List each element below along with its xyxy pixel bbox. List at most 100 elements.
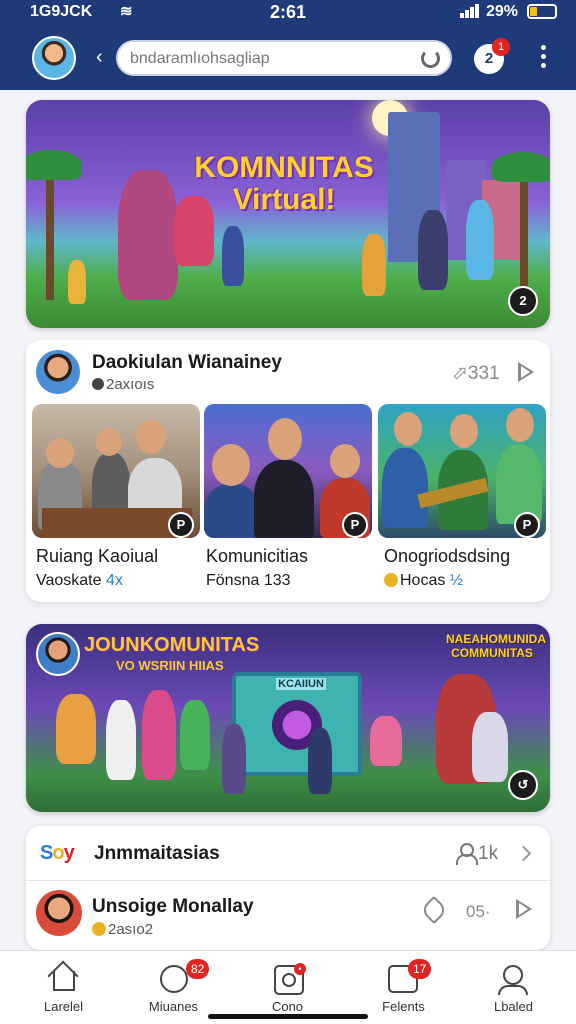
thumbnail-3-meta-accent: ½ [449,572,464,589]
person-figure [204,484,260,538]
thumbnail-1[interactable]: P [32,404,200,538]
home-indicator [208,1014,368,1019]
face [394,412,422,446]
replay-icon[interactable]: ↺ [508,770,538,800]
list-item-title: Jnmmaitasias [94,843,220,864]
promo-subtitle: VO WSRIIN HIIAS [116,658,224,673]
face [96,428,122,456]
coin-icon [92,922,106,936]
thumbnail-2-meta-text: Fönsna 133 [206,572,291,589]
character-figure [370,716,402,766]
heart-icon [160,965,188,993]
home-icon [53,971,75,991]
play-icon-inner [519,903,528,915]
profile-avatar[interactable] [32,36,76,80]
profile-icon [498,985,528,995]
nav-label: Larelel [43,999,84,1014]
community-avatar[interactable] [36,350,80,394]
community-count-value: 331 [467,363,500,384]
play-thumb-icon[interactable]: P [342,512,368,538]
list-item[interactable]: Soy Jnmmaitasias 1k [26,826,550,880]
thumbnail-2[interactable]: P [204,404,372,538]
thumbnail-2-meta: Fönsna 133 [206,572,291,590]
logo-letter: S [40,842,53,864]
community-logo: Soy [40,842,75,865]
face [450,414,478,448]
character-figure [222,724,246,794]
members-icon [456,843,478,865]
face [330,444,360,478]
banner-title: KOMNNITAS Virtual! [194,152,374,216]
community-subtitle-text: 2axıoıs [106,376,155,393]
notification-badge: 1 [492,38,510,56]
face [506,408,534,442]
list-item-subtitle: 2asıo2 [92,921,153,938]
thumbnail-1-meta-text: Vaoskate [36,572,106,589]
back-icon[interactable]: ‹ [96,46,103,69]
thumbnail-3-meta-text: Hocas [400,572,450,589]
app-header: 1G9JCK ≋ 2:61 29% ‹ bndaramlıohsagliap 2… [0,0,576,90]
expand-icon[interactable]: 2 [508,286,538,316]
play-icon-inner [521,366,530,378]
community-card[interactable]: Daokiulan Wianainey 2axıoıs ⬀331 P P P R… [26,340,550,602]
thumbnail-1-title: Ruiang Kaoiual [36,546,159,566]
promo-avatar [36,632,80,676]
members-icon [92,378,104,390]
character-figure [466,200,494,280]
character-figure [118,170,178,300]
members-count: 1k [478,843,499,864]
coin-icon [384,573,398,587]
booth-label: KCAIIUN [276,678,326,690]
nav-badge: 17 [408,959,432,979]
community-list: Soy Jnmmaitasias 1k Unsoige Monallay 2as… [26,826,550,950]
pin-icon[interactable] [419,895,449,925]
palm-leaves-graphic [492,152,550,182]
list-item-title: Unsoige Monallay [92,896,254,917]
thumbnail-1-meta-accent: 4x [105,572,123,589]
thumbnail-3-title: Onogriodsdsing [384,546,511,566]
person-figure [254,460,314,538]
signal-icon [460,4,480,18]
nav-label: Felents [382,999,425,1014]
list-item-count: 05· [466,902,491,921]
play-thumb-icon[interactable]: P [168,512,194,538]
nav-item-home[interactable]: Larelel [6,951,121,1024]
community-title: Daokiulan Wianainey [92,352,282,373]
character-figure [142,690,176,780]
face [268,418,302,460]
character-figure [222,226,244,286]
pin-icon: ⬀ [452,363,468,384]
battery-percent: 29% [486,3,519,20]
more-icon[interactable] [538,44,548,70]
nav-badge: • [294,963,306,975]
search-input[interactable]: bndaramlıohsagliap [116,40,452,76]
logo-letter: o [52,842,64,864]
search-value: bndaramlıohsagliap [130,50,270,67]
promo-banner[interactable]: JOUNKOMUNITAS VO WSRIIN HIIAS NAEAHOMUNI… [26,624,550,812]
nav-item-profile[interactable]: Lbaled [456,951,571,1024]
character-figure [68,260,86,304]
palm-leaves-graphic [26,150,82,180]
play-thumb-icon[interactable]: P [514,512,540,538]
chevron-right-icon[interactable] [515,845,532,862]
face [46,438,74,468]
character-figure [180,700,210,770]
person-figure [382,448,428,528]
banner-title-line2: Virtual! [232,183,336,216]
list-item[interactable]: Unsoige Monallay 2asıo2 05· [26,881,550,950]
character-figure [308,728,332,794]
profile-icon-head [503,965,523,985]
nav-label: Miuanes [148,999,199,1014]
camera-lens [282,973,296,987]
promo-title: JOUNKOMUNITAS [84,634,260,656]
character-figure [56,694,96,764]
face [136,420,166,454]
face [212,444,250,486]
thumbnail-3[interactable]: P [378,404,546,538]
logo-letter: y [63,842,75,864]
refresh-icon[interactable] [421,49,440,68]
thumbnail-1-meta: Vaoskate 4x [36,572,123,590]
hero-banner[interactable]: KOMNNITAS Virtual! 2 [26,100,550,328]
status-bar: 1G9JCK ≋ 2:61 29% [0,0,576,26]
palm-tree-graphic [46,160,54,300]
